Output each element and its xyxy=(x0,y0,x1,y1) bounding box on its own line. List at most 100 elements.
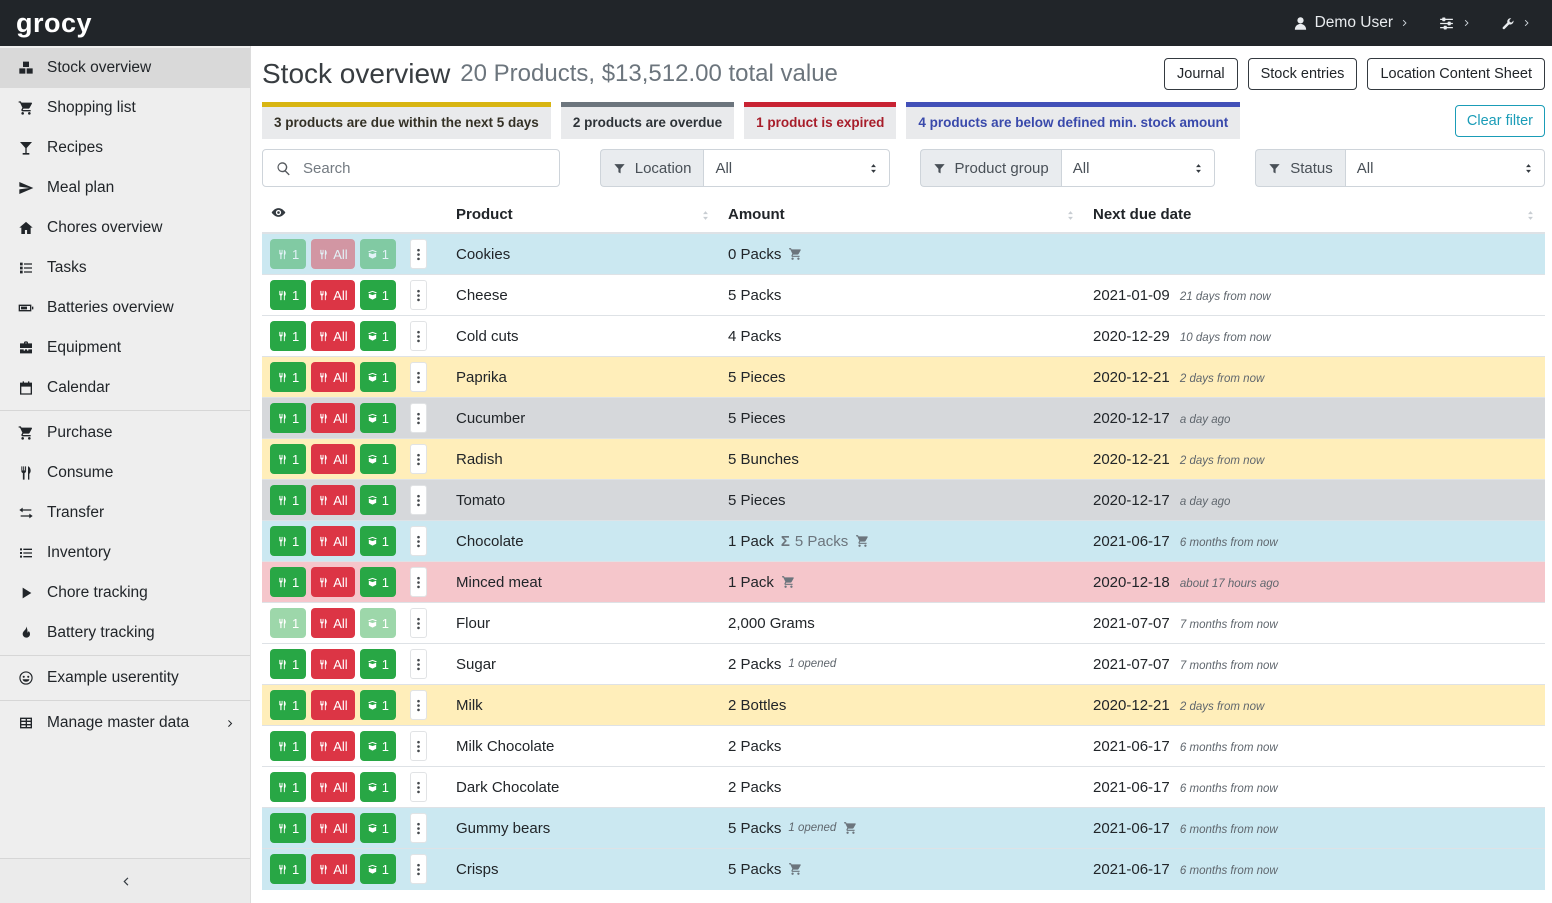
open-one-button[interactable]: 1 xyxy=(360,731,396,761)
row-menu-button[interactable] xyxy=(410,690,427,720)
sidebar-item-battery-tracking[interactable]: Battery tracking xyxy=(0,613,250,653)
row-menu-button[interactable] xyxy=(410,362,427,392)
sidebar-item-shopping-list[interactable]: Shopping list xyxy=(0,88,250,128)
clear-filter-button[interactable]: Clear filter xyxy=(1455,105,1545,137)
app-logo[interactable]: grocy xyxy=(16,8,92,39)
consume-one-button[interactable]: 1 xyxy=(270,813,306,843)
due-date-column-header[interactable]: Next due date xyxy=(1085,199,1545,233)
journal-button[interactable]: Journal xyxy=(1164,58,1238,90)
consume-one-button[interactable]: 1 xyxy=(270,485,306,515)
sidebar-item-tasks[interactable]: Tasks xyxy=(0,248,250,288)
consume-one-button[interactable]: 1 xyxy=(270,649,306,679)
sidebar-item-inventory[interactable]: Inventory xyxy=(0,533,250,573)
row-menu-button[interactable] xyxy=(410,526,427,556)
below-min-stock-banner[interactable]: 4 products are below defined min. stock … xyxy=(906,102,1240,139)
location-select[interactable]: All xyxy=(703,149,889,187)
row-menu-button[interactable] xyxy=(410,854,427,884)
product-group-select[interactable]: All xyxy=(1061,149,1216,187)
sidebar-item-calendar[interactable]: Calendar xyxy=(0,368,250,408)
open-one-button[interactable]: 1 xyxy=(360,444,396,474)
sidebar-item-consume[interactable]: Consume xyxy=(0,453,250,493)
sidebar-item-batteries-overview[interactable]: Batteries overview xyxy=(0,288,250,328)
open-one-button[interactable]: 1 xyxy=(360,321,396,351)
consume-one-button[interactable]: 1 xyxy=(270,321,306,351)
consume-all-button[interactable]: All xyxy=(311,280,354,310)
sidebar-item-purchase[interactable]: Purchase xyxy=(0,413,250,453)
consume-all-button[interactable]: All xyxy=(311,526,354,556)
row-menu-button[interactable] xyxy=(410,813,427,843)
consume-one-button[interactable]: 1 xyxy=(270,403,306,433)
open-one-button[interactable]: 1 xyxy=(360,854,396,884)
consume-one-button[interactable]: 1 xyxy=(270,854,306,884)
consume-one-button[interactable]: 1 xyxy=(270,526,306,556)
row-menu-button[interactable] xyxy=(410,772,427,802)
open-one-button[interactable]: 1 xyxy=(360,608,396,638)
sidebar-item-stock-overview[interactable]: Stock overview xyxy=(0,48,250,88)
open-one-button[interactable]: 1 xyxy=(360,280,396,310)
consume-all-button[interactable]: All xyxy=(311,731,354,761)
consume-one-button[interactable]: 1 xyxy=(270,567,306,597)
consume-one-button[interactable]: 1 xyxy=(270,608,306,638)
open-one-button[interactable]: 1 xyxy=(360,690,396,720)
row-menu-button[interactable] xyxy=(410,280,427,310)
expired-banner[interactable]: 1 product is expired xyxy=(744,102,896,139)
open-one-button[interactable]: 1 xyxy=(360,567,396,597)
row-menu-button[interactable] xyxy=(410,731,427,761)
status-select[interactable]: All xyxy=(1345,149,1545,187)
consume-all-button[interactable]: All xyxy=(311,813,354,843)
sidebar-item-equipment[interactable]: Equipment xyxy=(0,328,250,368)
open-one-button[interactable]: 1 xyxy=(360,649,396,679)
sidebar-collapse-button[interactable] xyxy=(0,858,250,903)
consume-one-button[interactable]: 1 xyxy=(270,444,306,474)
consume-all-button[interactable]: All xyxy=(311,772,354,802)
user-menu[interactable]: Demo User xyxy=(1293,14,1410,32)
sidebar-item-manage-master-data[interactable]: Manage master data xyxy=(0,703,250,743)
sidebar-item-recipes[interactable]: Recipes xyxy=(0,128,250,168)
consume-one-button[interactable]: 1 xyxy=(270,772,306,802)
row-menu-button[interactable] xyxy=(410,649,427,679)
consume-all-button[interactable]: All xyxy=(311,649,354,679)
admin-menu[interactable] xyxy=(1500,16,1532,31)
consume-all-button[interactable]: All xyxy=(311,239,354,269)
sidebar-item-meal-plan[interactable]: Meal plan xyxy=(0,168,250,208)
consume-all-button[interactable]: All xyxy=(311,321,354,351)
open-one-button[interactable]: 1 xyxy=(360,403,396,433)
row-menu-button[interactable] xyxy=(410,239,427,269)
consume-all-button[interactable]: All xyxy=(311,444,354,474)
consume-all-button[interactable]: All xyxy=(311,854,354,884)
sidebar-item-transfer[interactable]: Transfer xyxy=(0,493,250,533)
row-menu-button[interactable] xyxy=(410,321,427,351)
due-soon-banner[interactable]: 3 products are due within the next 5 day… xyxy=(262,102,551,139)
open-one-button[interactable]: 1 xyxy=(360,813,396,843)
row-menu-button[interactable] xyxy=(410,567,427,597)
open-one-button[interactable]: 1 xyxy=(360,526,396,556)
consume-all-button[interactable]: All xyxy=(311,690,354,720)
row-menu-button[interactable] xyxy=(410,608,427,638)
overdue-banner[interactable]: 2 products are overdue xyxy=(561,102,734,139)
column-visibility-header[interactable] xyxy=(262,199,448,233)
settings-menu[interactable] xyxy=(1438,15,1472,32)
location-content-sheet-button[interactable]: Location Content Sheet xyxy=(1367,58,1545,90)
open-one-button[interactable]: 1 xyxy=(360,362,396,392)
consume-one-button[interactable]: 1 xyxy=(270,690,306,720)
consume-one-button[interactable]: 1 xyxy=(270,731,306,761)
open-one-button[interactable]: 1 xyxy=(360,485,396,515)
row-menu-button[interactable] xyxy=(410,485,427,515)
open-one-button[interactable]: 1 xyxy=(360,239,396,269)
consume-all-button[interactable]: All xyxy=(311,567,354,597)
row-menu-button[interactable] xyxy=(410,444,427,474)
search-input[interactable] xyxy=(303,150,559,186)
consume-all-button[interactable]: All xyxy=(311,403,354,433)
amount-column-header[interactable]: Amount xyxy=(720,199,1085,233)
consume-one-button[interactable]: 1 xyxy=(270,280,306,310)
consume-one-button[interactable]: 1 xyxy=(270,239,306,269)
stock-entries-button[interactable]: Stock entries xyxy=(1248,58,1358,90)
consume-all-button[interactable]: All xyxy=(311,485,354,515)
row-menu-button[interactable] xyxy=(410,403,427,433)
consume-all-button[interactable]: All xyxy=(311,362,354,392)
product-column-header[interactable]: Product xyxy=(448,199,720,233)
sidebar-item-example-userentity[interactable]: Example userentity xyxy=(0,658,250,698)
sidebar-item-chore-tracking[interactable]: Chore tracking xyxy=(0,573,250,613)
consume-all-button[interactable]: All xyxy=(311,608,354,638)
eye-icon[interactable] xyxy=(270,205,287,220)
